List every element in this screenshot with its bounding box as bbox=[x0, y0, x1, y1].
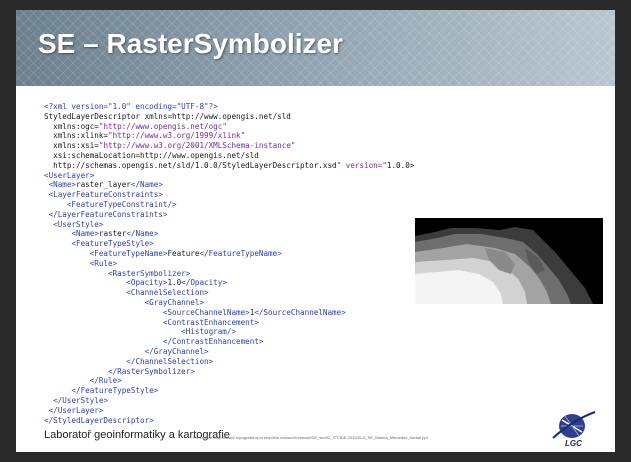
code-line: <UserLayer> bbox=[44, 170, 95, 180]
code-line: <Rule> bbox=[89, 258, 118, 268]
code-line: StyledLayerDescriptor xmlns=http://www.o… bbox=[44, 111, 291, 121]
code-line: <Histogram/> bbox=[181, 327, 237, 337]
logo-label: LGC bbox=[565, 439, 582, 448]
title-bar: SE – RasterSymbolizer bbox=[16, 10, 615, 86]
code-line: </StyledLayerDescriptor> bbox=[44, 415, 154, 425]
footer-source-link[interactable]: Převzato z: http://www2.topografia.upm.e… bbox=[193, 435, 428, 440]
code-line: <SourceChannelName>1</SourceChannelName> bbox=[162, 307, 346, 317]
code-line: </FeatureTypeStyle> bbox=[71, 386, 159, 396]
raster-preview-image bbox=[415, 218, 603, 304]
code-line: <?xml version="1.0" encoding="UTF-8"?> bbox=[44, 102, 218, 111]
code-line: xmlns:ogc="http://www.opengis.net/ogc" bbox=[44, 121, 227, 131]
code-line: </ChannelSelection> bbox=[126, 356, 214, 366]
code-line: </GrayChannel> bbox=[144, 346, 209, 356]
code-line: <ContrastEnhancement> bbox=[162, 317, 259, 327]
code-line: </UserStyle> bbox=[53, 395, 109, 405]
code-line: </RasterSymbolizer> bbox=[108, 366, 195, 376]
code-line: <Name>raster_layer</Name> bbox=[48, 180, 163, 190]
code-line: </Rule> bbox=[89, 376, 122, 386]
code-line: <GrayChannel> bbox=[144, 297, 205, 307]
slide: SE – RasterSymbolizer <?xml version="1.0… bbox=[16, 10, 615, 452]
code-line: xmlns:xsi="http://www.w3.org/2001/XMLSch… bbox=[44, 141, 296, 151]
code-line: <ChannelSelection> bbox=[126, 288, 209, 298]
code-line: <Opacity>1.0</Opacity> bbox=[126, 278, 227, 288]
code-line: </ContrastEnhancement> bbox=[162, 337, 264, 347]
code-line: http://schemas.opengis.net/sld/1.0.0/Sty… bbox=[44, 160, 415, 170]
code-line: <LayerFeatureConstraints> bbox=[48, 190, 163, 200]
xml-code-block: <?xml version="1.0" encoding="UTF-8"?> St… bbox=[44, 102, 424, 425]
slide-title: SE – RasterSymbolizer bbox=[38, 28, 344, 59]
code-line: <FeatureTypeStyle> bbox=[71, 239, 154, 249]
code-line: <FeatureTypeConstraint/> bbox=[66, 199, 177, 209]
code-line: </LayerFeatureConstraints> bbox=[48, 209, 168, 219]
code-line: <UserStyle> bbox=[53, 219, 104, 229]
code-line: </UserLayer> bbox=[48, 405, 104, 415]
code-line: xmlns:xlink="http://www.w3.org/1999/xlin… bbox=[44, 131, 246, 141]
code-line: <Name>raster</Name> bbox=[71, 229, 159, 239]
code-line: <FeatureTypeName>Feature</FeatureTypeNam… bbox=[89, 248, 282, 258]
lgc-logo-icon: LGC bbox=[552, 411, 596, 448]
code-line: xsi:schemaLocation=http://www.opengis.ne… bbox=[44, 150, 259, 160]
code-line: <RasterSymbolizer> bbox=[108, 268, 191, 278]
